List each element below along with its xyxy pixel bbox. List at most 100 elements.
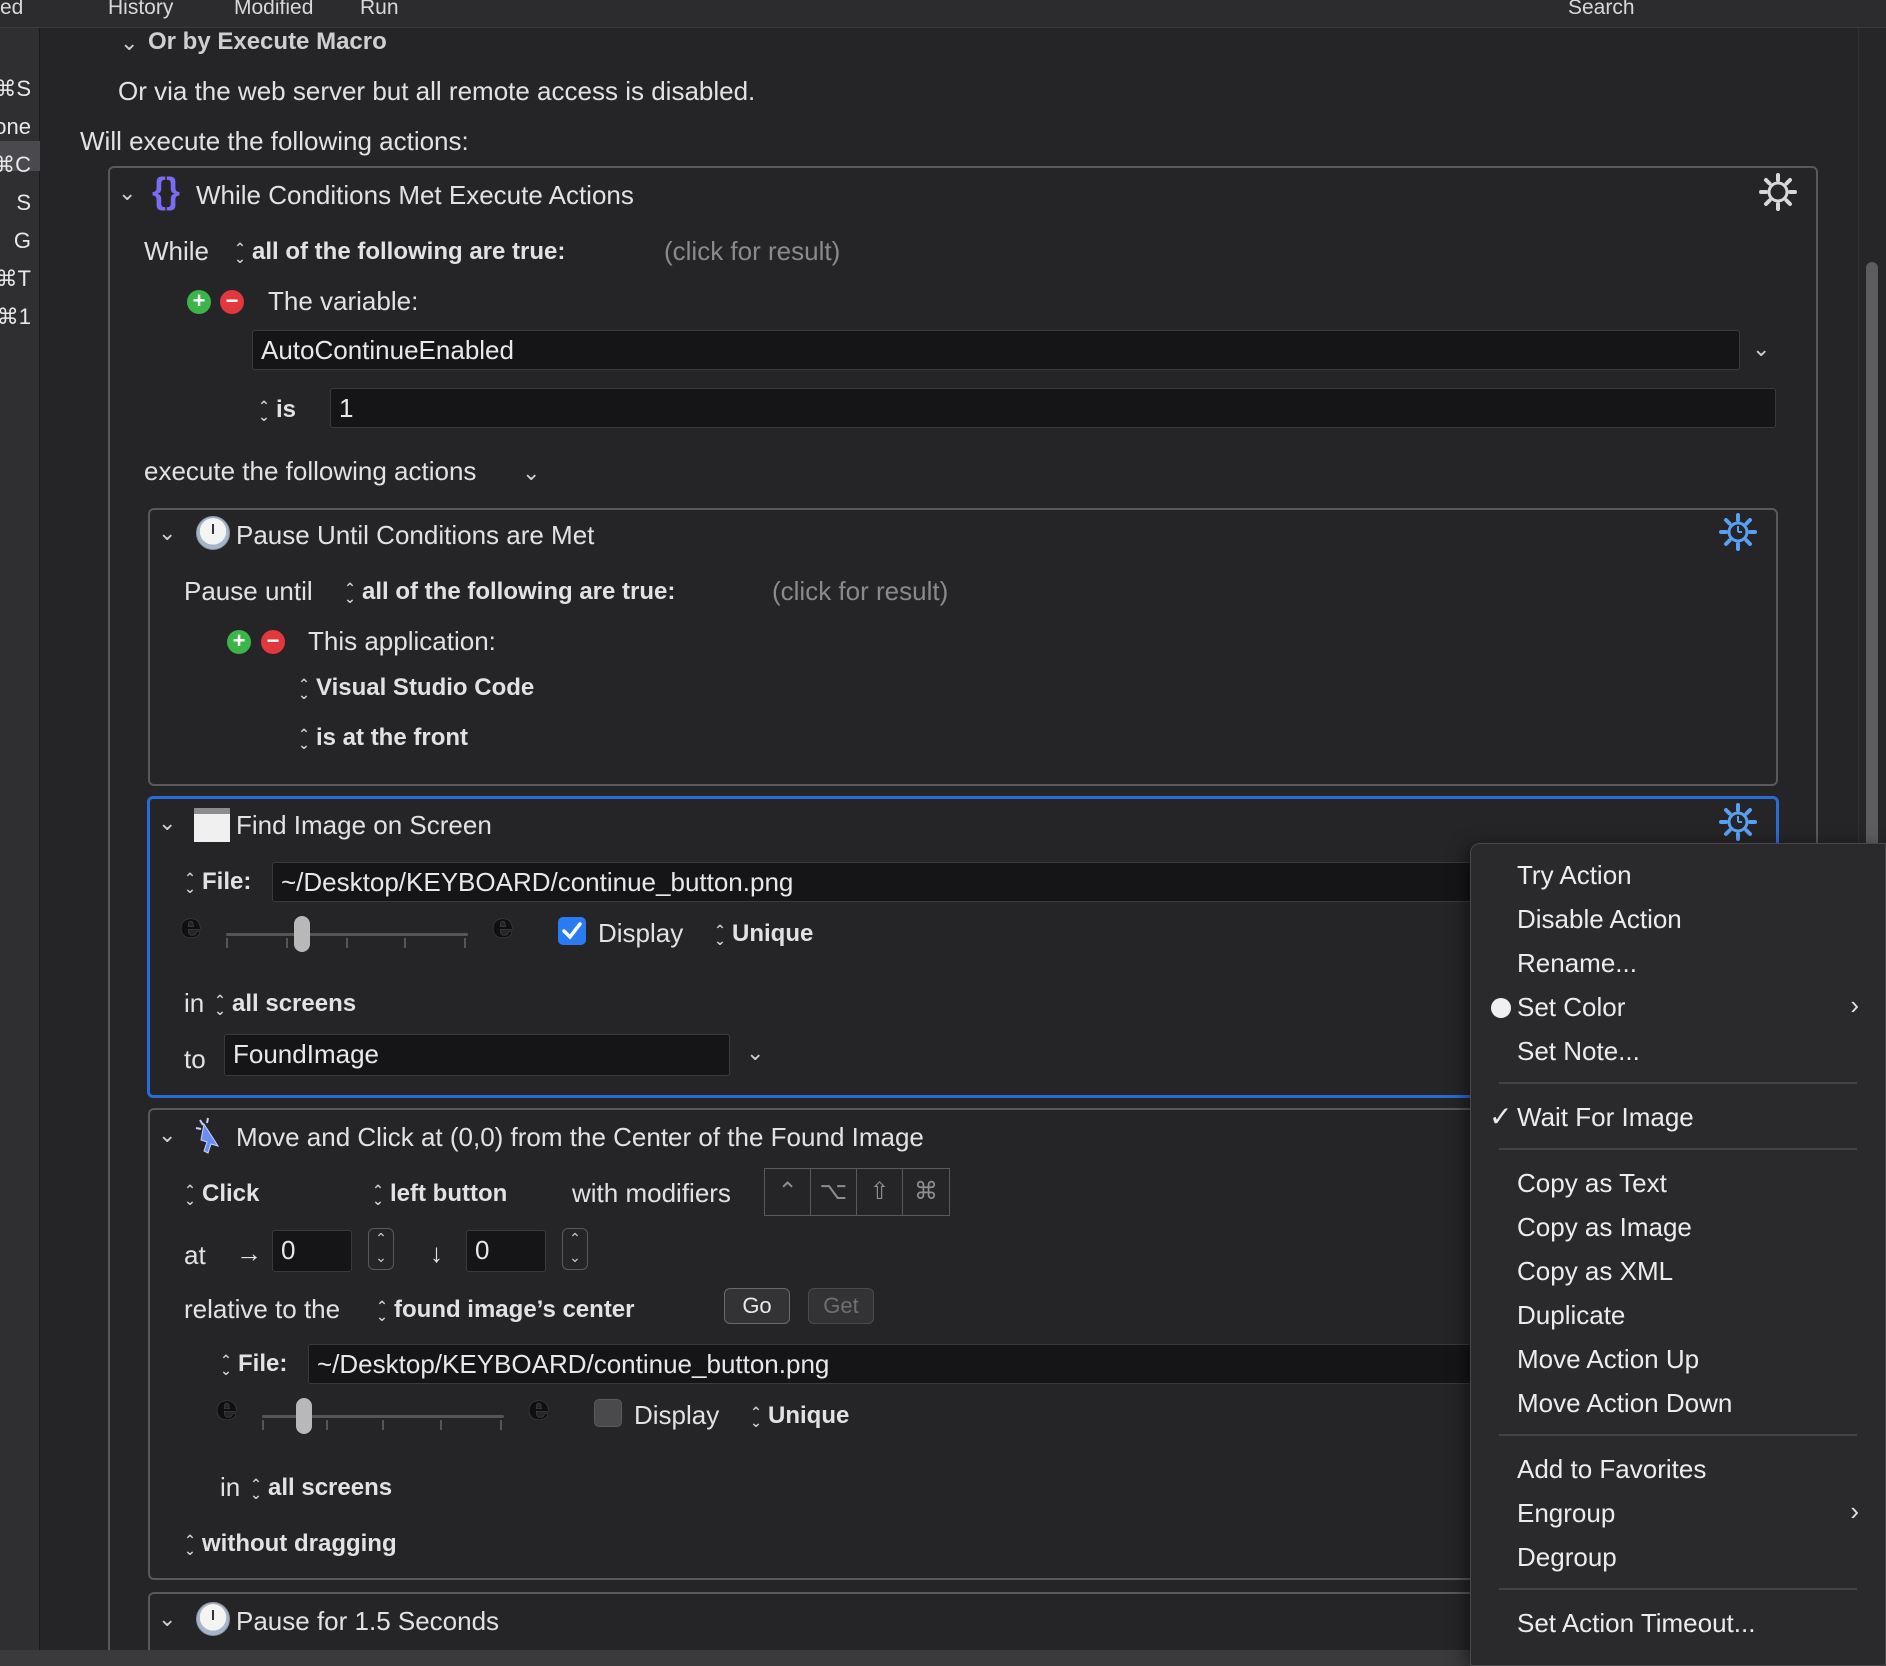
- chevron-down-icon[interactable]: ⌄: [118, 180, 136, 206]
- execute-macro-header[interactable]: Or by Execute Macro: [148, 28, 387, 56]
- sidebar-shortcut[interactable]: ⌘C: [0, 152, 31, 178]
- chevron-down-icon[interactable]: ⌄: [158, 520, 176, 546]
- screens-select[interactable]: ⌃ ⌄ all screens: [214, 990, 356, 1018]
- menu-separator: [1499, 1148, 1857, 1150]
- add-condition-icon[interactable]: +: [227, 630, 251, 654]
- menu-item-move-up[interactable]: Move Action Up: [1517, 1344, 1699, 1375]
- click-type-select[interactable]: ⌃ ⌄ Click: [184, 1180, 259, 1208]
- toolbar-search[interactable]: Search: [1568, 0, 1635, 20]
- find-image-title[interactable]: Find Image on Screen: [236, 810, 492, 841]
- menu-item-try-action[interactable]: Try Action: [1517, 860, 1632, 891]
- is-operator[interactable]: ⌃ ⌄ is: [258, 396, 296, 424]
- click-for-result[interactable]: (click for result): [664, 236, 840, 267]
- get-button[interactable]: Get: [808, 1288, 874, 1324]
- menu-item-set-timeout[interactable]: Set Action Timeout...: [1517, 1608, 1755, 1639]
- x-stepper[interactable]: ⌃ ⌄: [368, 1228, 394, 1270]
- control-key-toggle[interactable]: ⌃: [765, 1169, 811, 1215]
- menu-item-wait-for-image[interactable]: Wait For Image: [1517, 1102, 1694, 1133]
- menu-item-set-color[interactable]: Set Color: [1517, 992, 1625, 1023]
- updown-icon: ⌃ ⌄: [376, 1297, 388, 1324]
- is-value-field[interactable]: 1: [330, 388, 1776, 428]
- pause-until-title[interactable]: Pause Until Conditions are Met: [236, 520, 594, 551]
- down-arrow-icon: ↓: [430, 1238, 443, 1268]
- while-action-title[interactable]: While Conditions Met Execute Actions: [196, 180, 634, 211]
- remove-condition-icon[interactable]: −: [261, 630, 285, 654]
- pause-condition-mode[interactable]: ⌃ ⌄ all of the following are true:: [344, 578, 675, 606]
- chevron-down-icon[interactable]: ⌄: [158, 810, 176, 836]
- drag-select[interactable]: ⌃ ⌄ without dragging: [184, 1530, 397, 1558]
- menu-separator: [1499, 1082, 1857, 1084]
- chevron-down-icon[interactable]: ⌄: [746, 1040, 764, 1066]
- y-stepper[interactable]: ⌃ ⌄: [562, 1228, 588, 1270]
- chevron-down-icon[interactable]: ⌄: [120, 30, 138, 56]
- pause-action-title[interactable]: Pause for 1.5 Seconds: [236, 1606, 499, 1637]
- relative-select[interactable]: ⌃ ⌄ found image’s center: [376, 1296, 634, 1324]
- slider-knob[interactable]: [296, 1398, 312, 1434]
- display-checkbox[interactable]: [594, 1399, 622, 1427]
- chevron-down-icon[interactable]: ⌄: [158, 1606, 176, 1632]
- y-offset-field[interactable]: 0: [466, 1230, 546, 1272]
- found-image-variable-field[interactable]: FoundImage: [224, 1034, 730, 1076]
- file-path-field[interactable]: ~/Desktop/KEYBOARD/continue_button.png: [308, 1344, 1472, 1384]
- move-click-title[interactable]: Move and Click at (0,0) from the Center …: [236, 1122, 924, 1153]
- sidebar-shortcut[interactable]: ⌘T: [0, 266, 31, 292]
- sidebar-shortcut[interactable]: ⌘1: [0, 304, 31, 330]
- toolbar-modified[interactable]: Modified: [234, 0, 313, 20]
- add-condition-icon[interactable]: +: [187, 290, 211, 314]
- execute-actions-label: execute the following actions: [144, 456, 477, 486]
- option-key-toggle[interactable]: ⌥: [811, 1169, 857, 1215]
- updown-icon: ⌃ ⌄: [344, 579, 356, 606]
- menu-item-rename[interactable]: Rename...: [1517, 948, 1637, 979]
- menu-item-degroup[interactable]: Degroup: [1517, 1542, 1617, 1573]
- unique-select[interactable]: ⌃ ⌄ Unique: [714, 920, 813, 948]
- file-source-select[interactable]: ⌃ ⌄ File:: [184, 868, 251, 896]
- gear-clock-icon[interactable]: [1718, 512, 1758, 552]
- toolbar-run[interactable]: Run: [360, 0, 399, 20]
- menu-item-engroup[interactable]: Engroup: [1517, 1498, 1615, 1529]
- variable-label: The variable:: [268, 286, 419, 316]
- sidebar-shortcut[interactable]: ⌘S: [0, 76, 31, 102]
- modifiers-label: with modifiers: [572, 1178, 731, 1208]
- menu-item-duplicate[interactable]: Duplicate: [1517, 1300, 1625, 1331]
- chevron-down-icon[interactable]: ⌄: [158, 1122, 176, 1148]
- sidebar-shortcut[interactable]: G: [14, 228, 31, 254]
- gear-icon[interactable]: [1758, 172, 1798, 212]
- menu-item-copy-as-text[interactable]: Copy as Text: [1517, 1168, 1667, 1199]
- sidebar-shortcut[interactable]: one: [0, 114, 31, 140]
- menu-item-copy-as-image[interactable]: Copy as Image: [1517, 1212, 1692, 1243]
- file-source-select[interactable]: ⌃ ⌄ File:: [220, 1350, 287, 1378]
- variable-name-field[interactable]: AutoContinueEnabled: [252, 330, 1740, 370]
- gear-clock-icon[interactable]: [1718, 802, 1758, 842]
- updown-icon: ⌃ ⌄: [258, 397, 270, 424]
- x-offset-field[interactable]: 0: [272, 1230, 352, 1272]
- sidebar-shortcut[interactable]: S: [16, 190, 31, 216]
- menu-item-add-favorites[interactable]: Add to Favorites: [1517, 1454, 1706, 1485]
- command-key-toggle[interactable]: ⌘: [903, 1169, 949, 1215]
- updown-icon: ⌃ ⌄: [298, 725, 310, 752]
- while-condition-mode[interactable]: ⌃ ⌄ all of the following are true:: [234, 238, 565, 266]
- fuzziness-slider[interactable]: [226, 914, 468, 954]
- mouse-button-select[interactable]: ⌃ ⌄ left button: [372, 1180, 507, 1208]
- chevron-down-icon[interactable]: ⌄: [522, 460, 540, 486]
- application-select[interactable]: ⌃ ⌄ Visual Studio Code: [298, 674, 534, 702]
- menu-item-move-down[interactable]: Move Action Down: [1517, 1388, 1732, 1419]
- file-path-field[interactable]: ~/Desktop/KEYBOARD/continue_button.png: [272, 862, 1472, 902]
- display-checkbox[interactable]: [558, 917, 586, 945]
- click-for-result[interactable]: (click for result): [772, 576, 948, 607]
- remove-condition-icon[interactable]: −: [220, 290, 244, 314]
- application-state-select[interactable]: ⌃ ⌄ is at the front: [298, 724, 468, 752]
- slider-knob[interactable]: [294, 916, 310, 952]
- chevron-down-icon[interactable]: ⌄: [1752, 336, 1770, 362]
- go-button[interactable]: Go: [724, 1288, 790, 1324]
- menu-item-disable-action[interactable]: Disable Action: [1517, 904, 1682, 935]
- fuzziness-slider[interactable]: [262, 1396, 504, 1436]
- unique-select[interactable]: ⌃ ⌄ Unique: [750, 1402, 849, 1430]
- display-label: Display: [634, 1400, 720, 1430]
- menu-item-set-note[interactable]: Set Note...: [1517, 1036, 1640, 1067]
- screens-select[interactable]: ⌃ ⌄ all screens: [250, 1474, 392, 1502]
- menu-item-copy-as-xml[interactable]: Copy as XML: [1517, 1256, 1673, 1287]
- toolbar-history[interactable]: History: [108, 0, 173, 20]
- toolbar-edited-fragment[interactable]: ed: [0, 0, 23, 20]
- shift-key-toggle[interactable]: ⇧: [857, 1169, 903, 1215]
- in-label: in: [220, 1472, 241, 1502]
